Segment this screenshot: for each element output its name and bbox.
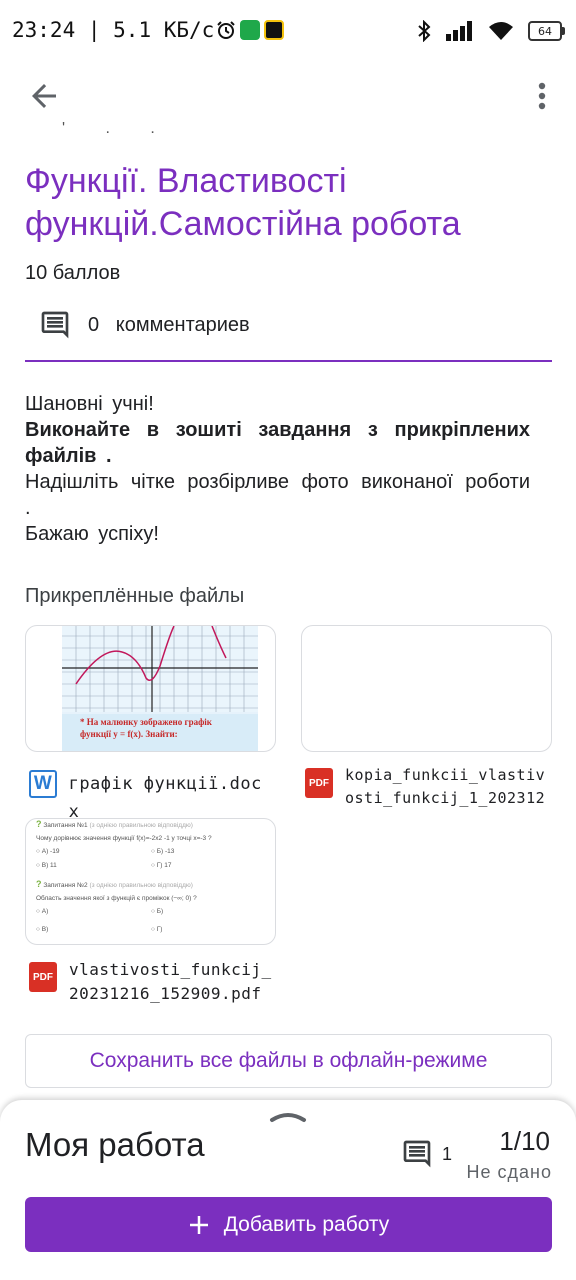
signal-icon xyxy=(446,21,472,41)
description-line: Бажаю успіху! xyxy=(25,523,159,545)
quiz-q2-text: Область значення якої з функцій є проміж… xyxy=(36,895,197,902)
video-app-icon xyxy=(264,20,285,40)
submission-status: Не сдано xyxy=(466,1162,552,1182)
header-divider xyxy=(25,360,552,362)
attachment-thumbnail-docx[interactable]: * На малюнку зображено графік функції y … xyxy=(25,625,276,752)
comments-count: 0 xyxy=(88,313,100,336)
battery-indicator: 64 xyxy=(528,21,565,41)
quiz-option: В) 11 xyxy=(41,862,57,869)
attachment-thumbnail-quiz-pdf[interactable]: ? Запитання №1 (з однією правильною відп… xyxy=(25,818,276,945)
my-work-sheet[interactable]: Моя работа 1 1/10 Не сдано xyxy=(0,1100,576,1280)
quiz-q2-hint: (з однією правильною відповіддю) xyxy=(89,882,193,889)
grade-value: 1/10 xyxy=(499,1126,550,1156)
status-bar: 23:24 | 5.1 КБ/с 64 xyxy=(0,0,576,64)
quiz-option: Г) 17 xyxy=(156,862,172,869)
class-comments-link[interactable]: 0 комментариев xyxy=(38,305,250,345)
quiz-q1-title: Запитання №1 xyxy=(43,822,88,829)
pdf-icon: PDF xyxy=(29,962,57,992)
attachments-header: Прикреплённые файлы xyxy=(25,585,245,607)
expand-up-icon[interactable] xyxy=(268,1108,308,1124)
quiz-q1-hint: (з однією правильною відповіддю) xyxy=(89,822,193,829)
attachment-pdf-2[interactable]: PDF vlastivosti_funkcij_20231216_152909.… xyxy=(29,958,274,1006)
quiz-option: А) -19 xyxy=(41,848,60,855)
my-work-title: Моя работа xyxy=(25,1126,205,1163)
add-work-label: Добавить работу xyxy=(223,1212,390,1236)
assignment-title: Функції. Властивості функцій.Самостійна … xyxy=(25,162,461,243)
attachment-pdf-1[interactable]: PDF kopia_funkcii_vlastivosti_funkcij_1_… xyxy=(305,764,552,810)
scrolled-text-fragment: ' . . xyxy=(62,120,173,137)
plus-icon xyxy=(189,1215,208,1234)
comment-icon xyxy=(41,311,69,339)
quiz-q2-title: Запитання №2 xyxy=(43,882,88,889)
status-time: 23:24 xyxy=(12,18,76,42)
quiz-option: А) xyxy=(41,908,49,915)
alarm-icon xyxy=(217,21,236,39)
comment-icon xyxy=(403,1140,431,1168)
word-icon: W xyxy=(29,770,57,798)
pdf-icon: PDF xyxy=(305,768,333,798)
description-line-bold: Виконайте в зошиті завдання з прикріплен… xyxy=(25,419,530,467)
quiz-option: Б) xyxy=(156,908,164,915)
function-graph-preview xyxy=(62,626,258,712)
back-arrow-icon[interactable] xyxy=(26,78,62,114)
description-line: Шановні учні! xyxy=(25,393,154,415)
quiz-option: Г) xyxy=(156,926,163,933)
private-comments-count: 1 xyxy=(442,1143,453,1164)
attachment-name: vlastivosti_funkcij_20231216_152909.pdf xyxy=(69,960,272,1003)
add-work-button[interactable]: Добавить работу xyxy=(25,1197,552,1252)
quiz-option: Б) -13 xyxy=(156,848,175,855)
attachment-name: kopia_funkcii_vlastivosti_funkcij_1_2023… xyxy=(345,766,546,807)
private-comments-link[interactable]: 1 xyxy=(400,1138,452,1170)
more-vert-icon[interactable] xyxy=(534,78,550,114)
fitness-app-icon xyxy=(240,20,261,40)
graph-caption: * На малюнку зображено графік функції y … xyxy=(62,714,258,751)
comments-label: комментариев xyxy=(115,313,250,336)
wifi-icon xyxy=(489,22,513,40)
assignment-description: Шановні учні! Виконайте в зошиті завданн… xyxy=(25,391,530,547)
bluetooth-icon xyxy=(418,20,431,42)
description-line: Надішліть чітке розбірливе фото виконано… xyxy=(25,471,530,519)
quiz-q1-text: Чому дорівнює значення функції f(x)=-2x2… xyxy=(36,835,212,842)
quiz-option: В) xyxy=(41,926,49,933)
network-speed: 5.1 КБ/с xyxy=(113,18,215,42)
app-bar xyxy=(0,64,576,128)
save-all-offline-button[interactable]: Сохранить все файлы в офлайн-режиме xyxy=(25,1034,552,1088)
assignment-points: 10 баллов xyxy=(25,262,121,284)
attachment-thumbnail-pdf[interactable] xyxy=(301,625,552,752)
